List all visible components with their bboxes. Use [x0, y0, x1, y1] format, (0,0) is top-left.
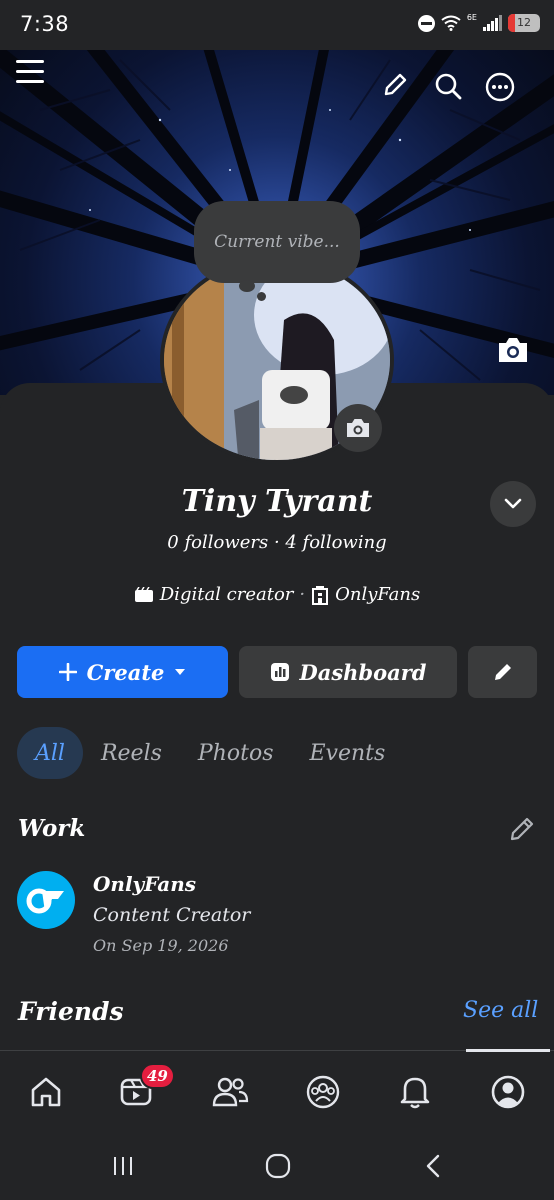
work-section-title: Work [18, 815, 86, 842]
pencil-icon [384, 73, 407, 96]
bubble-tail-small [257, 292, 266, 301]
tab-reels[interactable]: Reels [83, 727, 180, 779]
current-vibe-bubble[interactable]: Current vibe... [194, 201, 360, 283]
nav-friends[interactable] [207, 1069, 253, 1115]
pencil-icon [510, 817, 534, 841]
more-icon [485, 72, 515, 102]
do-not-disturb-icon [417, 14, 435, 32]
camera-icon [347, 419, 369, 437]
home-icon [31, 1077, 61, 1107]
friends-icon [212, 1077, 249, 1107]
pencil-icon [494, 664, 511, 680]
building-icon [312, 585, 329, 605]
category-label: Digital creator [159, 584, 294, 605]
edit-profile-button[interactable] [382, 72, 422, 112]
home-circle-icon [265, 1153, 291, 1179]
back-icon [426, 1154, 440, 1178]
profile-name: Tiny Tyrant [181, 484, 373, 519]
edit-profile-picture-button[interactable] [334, 404, 382, 452]
more-options-button[interactable] [485, 72, 525, 112]
reels-badge: 49 [140, 1063, 175, 1089]
recent-apps-button[interactable] [108, 1151, 138, 1181]
nav-profile[interactable] [485, 1069, 531, 1115]
groups-icon [306, 1075, 340, 1109]
create-label: Create [86, 659, 165, 685]
search-button[interactable] [434, 72, 474, 112]
camera-icon [499, 338, 527, 362]
tab-events[interactable]: Events [292, 727, 404, 779]
dashboard-button[interactable]: Dashboard [239, 646, 457, 698]
see-all-friends-link[interactable]: See all [463, 998, 538, 1023]
battery-icon: 12 [508, 14, 540, 32]
nav-notifications[interactable] [392, 1069, 438, 1115]
dashboard-label: Dashboard [299, 659, 427, 685]
vibe-placeholder: Current vibe... [214, 232, 340, 252]
plus-icon [58, 663, 77, 681]
follower-stats[interactable]: 0 followers · 4 following [0, 532, 554, 553]
edit-work-button[interactable] [508, 815, 538, 845]
profile-tabs: All Reels Photos Events [17, 727, 403, 779]
chevron-down-icon [504, 498, 522, 509]
profile-meta: Digital creator · OnlyFans [0, 584, 554, 605]
work-date: On Sep 19, 2026 [93, 936, 229, 955]
network-type-label: 6E [466, 12, 477, 22]
work-place-label[interactable]: OnlyFans [335, 584, 420, 605]
nav-home[interactable] [23, 1069, 69, 1115]
nav-active-indicator [466, 1049, 550, 1052]
edit-cover-photo-button[interactable] [496, 335, 536, 375]
tab-photos[interactable]: Photos [180, 727, 292, 779]
status-icons: 6E 12 [417, 12, 540, 32]
menu-button[interactable] [15, 58, 55, 98]
signal-icon [483, 15, 502, 31]
bottom-navigation: 49 [0, 1051, 554, 1131]
status-time: 7:38 [20, 12, 70, 36]
friends-section-title: Friends [18, 997, 124, 1026]
nav-groups[interactable] [300, 1069, 346, 1115]
system-navigation-bar [0, 1131, 554, 1200]
onlyfans-logo-icon [26, 888, 64, 914]
battery-level: 12 [517, 16, 531, 29]
create-button[interactable]: Create [17, 646, 228, 698]
menu-icon [16, 60, 44, 83]
meta-separator: · [299, 584, 306, 605]
profile-switch-button[interactable] [490, 481, 536, 527]
caret-down-icon [175, 669, 186, 675]
home-system-button[interactable] [263, 1151, 293, 1181]
onlyfans-logo[interactable] [17, 871, 75, 929]
status-bar: 7:38 6E 12 [0, 0, 554, 50]
work-company[interactable]: OnlyFans [93, 872, 196, 896]
clapperboard-icon [134, 586, 153, 602]
bubble-tail [239, 280, 255, 292]
notifications-icon [400, 1077, 430, 1109]
back-button[interactable] [418, 1151, 448, 1181]
edit-profile-details-button[interactable] [468, 646, 537, 698]
work-role: Content Creator [93, 904, 251, 926]
search-icon [435, 73, 462, 100]
wifi-icon [441, 15, 461, 31]
bar-chart-icon [270, 663, 289, 681]
recent-apps-icon [114, 1157, 132, 1175]
profile-icon [491, 1075, 525, 1109]
tab-all[interactable]: All [17, 727, 83, 779]
